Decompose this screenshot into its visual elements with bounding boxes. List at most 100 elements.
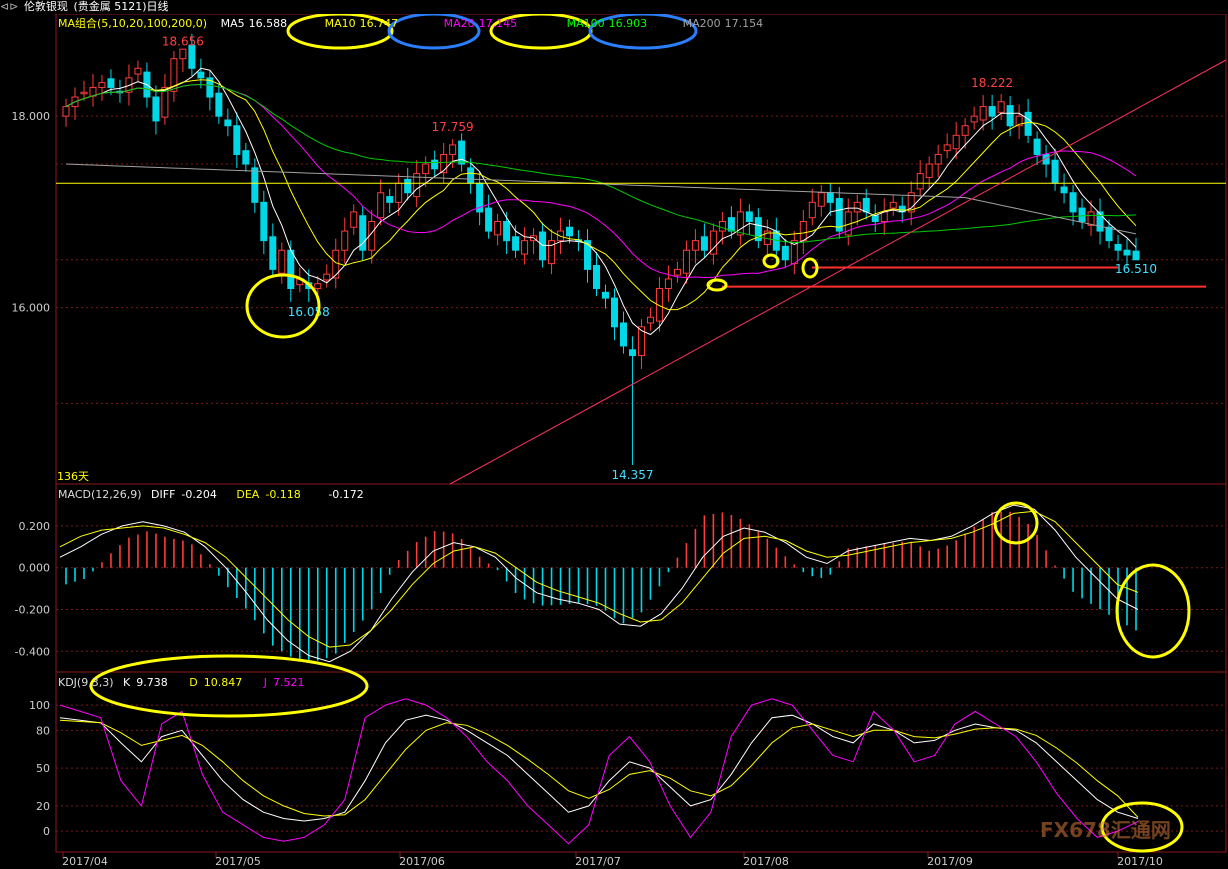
kdj-legend: KDJ(9,3,3) K 9.738 D 10.847 J 7.521 bbox=[58, 676, 314, 690]
price-extreme-label: 18.656 bbox=[162, 34, 204, 48]
dea-label: DEA bbox=[236, 488, 260, 501]
candle-body bbox=[98, 82, 106, 88]
candle-body bbox=[673, 268, 681, 276]
candle-body bbox=[80, 91, 88, 95]
candle-body bbox=[619, 322, 627, 347]
candle-body bbox=[386, 196, 394, 203]
time-tick-label: 2017/09 bbox=[927, 855, 973, 868]
ma20-label: MA20 bbox=[443, 17, 475, 30]
price-extreme-label: 14.357 bbox=[611, 468, 653, 482]
diff-label: DIFF bbox=[151, 488, 176, 501]
labels-layer: 18.000 16.000 18.656 16.058 17.759 14.357 18.2… bbox=[12, 34, 1163, 868]
ma200-value: 17.154 bbox=[724, 17, 764, 30]
price-extreme-label: 16.510 bbox=[1115, 262, 1157, 276]
j-label: J bbox=[263, 676, 267, 689]
candle-body bbox=[521, 240, 529, 255]
candle-body bbox=[503, 220, 511, 242]
price-tick-label-0: 18.000 bbox=[12, 110, 51, 123]
candle-body bbox=[341, 230, 349, 251]
candle-body bbox=[1123, 249, 1131, 256]
candle-body bbox=[251, 167, 259, 203]
ma5-value: 16.588 bbox=[248, 17, 288, 30]
kdj-tick-label-2: 50 bbox=[36, 762, 50, 775]
candle-body bbox=[1132, 250, 1140, 261]
macd-tick-label-3: -0.400 bbox=[15, 645, 50, 658]
candle-body bbox=[610, 297, 618, 328]
candle-body bbox=[718, 220, 726, 232]
candle-body bbox=[727, 217, 735, 232]
candle-body bbox=[350, 211, 358, 228]
ma-layer bbox=[65, 67, 1137, 336]
candle-body bbox=[889, 201, 897, 209]
candle-body bbox=[539, 231, 547, 261]
candle-body bbox=[988, 106, 996, 117]
candle-body bbox=[745, 211, 753, 222]
candle-body bbox=[664, 278, 672, 290]
candle-body bbox=[377, 192, 385, 219]
watermark-logo: FX678汇通网 bbox=[1040, 818, 1171, 842]
candle-body bbox=[287, 249, 295, 290]
ma-legend: MA组合(5,10,20,100,200,0) MA5 16.588 MA10 16… bbox=[58, 17, 783, 31]
candle-body bbox=[449, 144, 457, 155]
candle-body bbox=[278, 249, 286, 274]
candle-body bbox=[916, 173, 924, 190]
ma200-label: MA200 bbox=[682, 17, 721, 30]
candle-body bbox=[269, 236, 277, 270]
candle-body bbox=[62, 106, 70, 117]
ma10-label: MA10 bbox=[324, 17, 356, 30]
candle-body bbox=[943, 144, 951, 152]
ma100-value: 16.903 bbox=[608, 17, 648, 30]
macd-diff-line bbox=[59, 504, 1139, 663]
candle-body bbox=[188, 44, 196, 69]
macd-dea-line bbox=[59, 510, 1139, 648]
candle-body bbox=[853, 201, 861, 213]
macd-name[interactable]: MACD(12,26,9) bbox=[58, 488, 142, 501]
candle-body bbox=[134, 67, 142, 75]
candle-body bbox=[880, 211, 888, 222]
candle-body bbox=[179, 48, 187, 60]
time-tick-label: 2017/05 bbox=[215, 855, 261, 868]
stock-chart[interactable]: 18.000 16.000 18.656 16.058 17.759 14.357 18.2… bbox=[0, 0, 1228, 869]
kdj-d-line bbox=[59, 719, 1139, 818]
trend-line bbox=[449, 59, 1227, 485]
candle-body bbox=[512, 236, 520, 251]
time-tick-label: 2017/10 bbox=[1117, 855, 1163, 868]
annotation-layer bbox=[56, 12, 1227, 853]
ma100-line bbox=[65, 83, 1137, 244]
candle-body bbox=[871, 215, 879, 222]
kdj-tick-label-4: 0 bbox=[43, 825, 50, 838]
k-label: K bbox=[123, 676, 131, 689]
candle-body bbox=[1051, 159, 1059, 184]
macd-layer bbox=[59, 504, 1139, 663]
candle-body bbox=[925, 163, 933, 178]
ma-group-label[interactable]: MA组合(5,10,20,100,200,0) bbox=[58, 17, 207, 30]
macd-value: -0.172 bbox=[328, 488, 364, 501]
toggle-arrows-icon[interactable]: ⊲⊳ bbox=[0, 0, 18, 13]
candle-body bbox=[601, 291, 609, 299]
candle-body bbox=[691, 240, 699, 251]
candle-body bbox=[934, 153, 942, 165]
kdj-j-line bbox=[59, 698, 1139, 845]
price-extreme-label: 18.222 bbox=[971, 76, 1013, 90]
time-tick-label: 2017/07 bbox=[575, 855, 621, 868]
candle-body bbox=[1105, 226, 1113, 242]
candle-body bbox=[197, 71, 205, 79]
ma100-legend: MA100 16.903 bbox=[567, 17, 658, 30]
candle-body bbox=[826, 192, 834, 203]
ma200-line bbox=[65, 163, 1137, 235]
candle-body bbox=[817, 192, 825, 207]
k-value: 9.738 bbox=[136, 676, 168, 689]
kdj-name[interactable]: KDJ(9,3,3) bbox=[58, 676, 114, 689]
candle-body bbox=[1078, 207, 1086, 222]
ma5-label: MA5 bbox=[220, 17, 245, 30]
ma5-line bbox=[65, 67, 1137, 336]
candle-body bbox=[314, 283, 322, 290]
candle-body bbox=[467, 167, 475, 184]
candle-body bbox=[566, 226, 574, 237]
panels-layer bbox=[55, 13, 1227, 853]
dea-value: -0.118 bbox=[265, 488, 301, 501]
ma10-value: 16.747 bbox=[359, 17, 399, 30]
symbol-name[interactable]: 伦敦银现 bbox=[24, 0, 68, 13]
candle-body bbox=[494, 220, 502, 236]
macd-legend: MACD(12,26,9) DIFF -0.204 DEA -0.118 -0.17… bbox=[58, 488, 374, 502]
